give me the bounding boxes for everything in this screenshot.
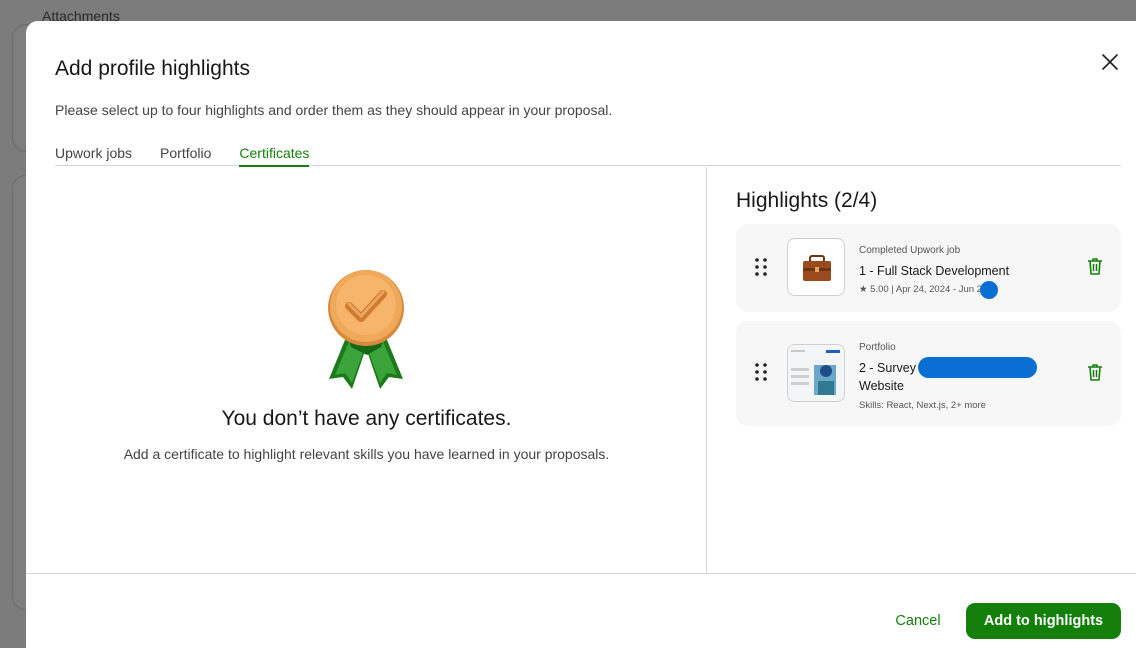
tab-upwork-jobs[interactable]: Upwork jobs [55, 145, 132, 166]
empty-state-title: You don’t have any certificates. [221, 407, 512, 430]
highlight-card[interactable]: Completed Upwork job 1 - Full Stack Deve… [736, 224, 1121, 312]
highlight-type: Portfolio [859, 342, 896, 353]
certificates-panel: You don’t have any certificates. Add a c… [26, 167, 707, 573]
highlight-card[interactable]: Portfolio 2 - Survey Website Skills: Rea… [736, 321, 1121, 426]
highlight-type: Completed Upwork job [859, 245, 961, 256]
redaction-mark [918, 357, 1037, 378]
modal-title: Add profile highlights [55, 57, 250, 80]
add-profile-highlights-modal: Add profile highlights Please select up … [26, 21, 1136, 648]
portfolio-preview-image [787, 344, 845, 402]
drag-handle-icon[interactable] [754, 258, 768, 276]
highlight-name-line1: 2 - Survey [859, 361, 916, 375]
add-to-highlights-button[interactable]: Add to highlights [966, 603, 1121, 639]
highlight-name-line2: Website [859, 379, 904, 393]
redaction-mark [980, 281, 998, 299]
highlight-tabs: Upwork jobs Portfolio Certificates [55, 145, 1121, 167]
tab-portfolio[interactable]: Portfolio [160, 145, 211, 166]
tab-certificates[interactable]: Certificates [239, 145, 310, 167]
highlight-name: 1 - Full Stack Development [859, 264, 1010, 278]
modal-subtitle: Please select up to four highlights and … [55, 102, 613, 118]
delete-icon[interactable] [1085, 362, 1105, 382]
footer-divider [26, 573, 1136, 574]
briefcase-icon [787, 238, 845, 296]
highlights-panel: Highlights (2/4) Completed Upwork job 1 … [708, 167, 1136, 573]
drag-handle-icon[interactable] [754, 363, 768, 381]
highlight-meta: ★ 5.00 | Apr 24, 2024 - Jun 2024 [859, 284, 998, 295]
cancel-button[interactable]: Cancel [884, 605, 952, 637]
empty-state-description: Add a certificate to highlight relevant … [123, 446, 610, 462]
delete-icon[interactable] [1085, 256, 1105, 276]
highlight-meta: Skills: React, Next.js, 2+ more [859, 400, 986, 411]
close-icon[interactable] [1099, 51, 1121, 73]
highlights-title: Highlights (2/4) [736, 189, 878, 212]
award-ribbon-icon [325, 269, 407, 391]
